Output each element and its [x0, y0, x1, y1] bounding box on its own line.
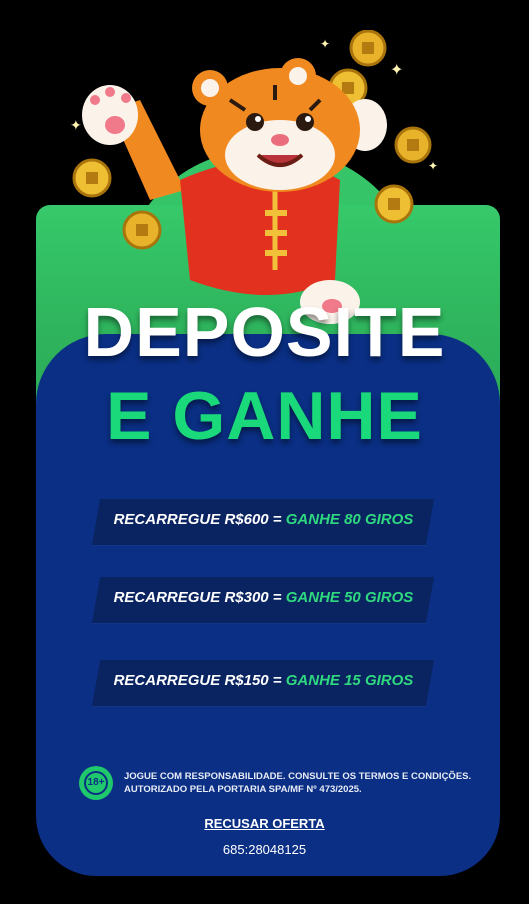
responsible-gaming-notice: JOGUE COM RESPONSABILIDADE. CONSULTE OS …: [124, 770, 484, 796]
age-18-badge-icon: 18+: [79, 766, 113, 800]
reference-code: 685:28048125: [222, 842, 307, 857]
age-label: 18+: [84, 771, 108, 795]
offer-reward: GANHE 50 GIROS: [285, 589, 414, 606]
svg-text:✦: ✦: [320, 37, 330, 51]
responsible-line-2: AUTORIZADO PELA PORTARIA SPA/MF Nº 473/2…: [124, 784, 362, 795]
decline-offer-link[interactable]: RECUSAR OFERTA: [204, 816, 324, 831]
gold-coin-icon: [394, 126, 432, 164]
decline-offer: RECUSAR OFERTA: [0, 816, 529, 831]
offer-row: RECARREGUE R$150 = GANHE 15 GIROS: [91, 660, 435, 706]
headline-deposit: DEPOSITE: [83, 293, 446, 371]
offer-text: RECARREGUE R$600 = GANHE 80 GIROS: [96, 511, 430, 528]
offer-reward: GANHE 80 GIROS: [285, 511, 414, 528]
offer-row: RECARREGUE R$600 = GANHE 80 GIROS: [91, 499, 435, 545]
gold-coin-icon: [122, 210, 162, 250]
offer-text: RECARREGUE R$300 = GANHE 50 GIROS: [96, 589, 430, 606]
offer-row: RECARREGUE R$300 = GANHE 50 GIROS: [91, 577, 435, 623]
responsible-line-1: JOGUE COM RESPONSABILIDADE. CONSULTE OS …: [124, 771, 472, 782]
gold-coin-icon: [349, 30, 387, 67]
svg-text:✦: ✦: [428, 159, 438, 173]
offer-label: RECARREGUE R$300 =: [113, 589, 286, 606]
tiger-mascot-illustration: ✦ ✦ ✦ ✦: [70, 30, 438, 324]
svg-text:✦: ✦: [390, 60, 403, 79]
headline-win: E GANHE: [106, 378, 423, 454]
svg-text:✦: ✦: [70, 118, 82, 134]
offer-reward: GANHE 15 GIROS: [285, 672, 414, 689]
offer-label: RECARREGUE R$150 =: [113, 672, 286, 689]
gold-coin-icon: [72, 158, 112, 198]
offer-text: RECARREGUE R$150 = GANHE 15 GIROS: [96, 672, 430, 689]
gold-coin-icon: [374, 184, 414, 224]
offer-label: RECARREGUE R$600 =: [113, 511, 286, 528]
